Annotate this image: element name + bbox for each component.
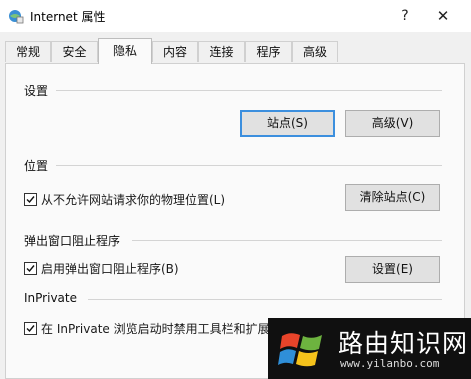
check-icon bbox=[26, 196, 35, 204]
popup-checkbox[interactable] bbox=[24, 262, 37, 275]
watermark-url: www.yilanbo.com bbox=[340, 357, 440, 370]
inprivate-divider bbox=[88, 299, 442, 300]
inprivate-group-label: InPrivate bbox=[24, 291, 77, 305]
close-button[interactable]: ✕ bbox=[428, 4, 458, 28]
popup-divider bbox=[132, 240, 442, 241]
clear-sites-button[interactable]: 清除站点(C) bbox=[345, 184, 440, 211]
tab-security[interactable]: 安全 bbox=[51, 41, 98, 62]
inprivate-checkbox[interactable] bbox=[24, 322, 37, 335]
tab-general[interactable]: 常规 bbox=[5, 41, 51, 62]
popup-checkbox-label: 启用弹出窗口阻止程序(B) bbox=[41, 262, 179, 276]
settings-divider bbox=[56, 90, 442, 91]
tab-connections[interactable]: 连接 bbox=[198, 41, 245, 62]
inprivate-checkbox-label: 在 InPrivate 浏览启动时禁用工具栏和扩展(T) bbox=[41, 322, 287, 336]
location-checkbox-label: 从不允许网站请求你的物理位置(L) bbox=[41, 193, 226, 207]
popup-group-label: 弹出窗口阻止程序 bbox=[24, 234, 121, 248]
sites-button[interactable]: 站点(S) bbox=[240, 110, 335, 137]
popup-settings-button[interactable]: 设置(E) bbox=[345, 256, 440, 283]
popup-checkbox-row[interactable]: 启用弹出窗口阻止程序(B) bbox=[24, 260, 179, 277]
location-checkbox-row[interactable]: 从不允许网站请求你的物理位置(L) bbox=[24, 191, 225, 208]
title-bar: Internet 属性 ? ✕ bbox=[0, 0, 471, 32]
tab-strip: 常规 安全 隐私 内容 连接 程序 高级 bbox=[0, 38, 471, 64]
tab-programs[interactable]: 程序 bbox=[245, 41, 292, 62]
inprivate-checkbox-row[interactable]: 在 InPrivate 浏览启动时禁用工具栏和扩展(T) bbox=[24, 320, 286, 337]
window-title: Internet 属性 bbox=[30, 10, 106, 24]
location-checkbox[interactable] bbox=[24, 193, 37, 206]
windows-logo-icon bbox=[278, 333, 322, 367]
location-divider bbox=[56, 165, 442, 166]
watermark-title: 路由知识网 bbox=[338, 329, 469, 358]
check-icon bbox=[26, 265, 35, 273]
tab-content[interactable]: 内容 bbox=[152, 41, 198, 62]
tab-privacy[interactable]: 隐私 bbox=[98, 38, 152, 64]
check-icon bbox=[26, 325, 35, 333]
internet-options-icon bbox=[9, 10, 24, 24]
advanced-button[interactable]: 高级(V) bbox=[345, 110, 440, 137]
tab-advanced[interactable]: 高级 bbox=[292, 41, 338, 62]
settings-group-label: 设置 bbox=[24, 84, 49, 98]
watermark-banner: 路由知识网 www.yilanbo.com bbox=[268, 318, 471, 379]
help-button[interactable]: ? bbox=[390, 4, 420, 28]
location-group-label: 位置 bbox=[24, 159, 49, 173]
